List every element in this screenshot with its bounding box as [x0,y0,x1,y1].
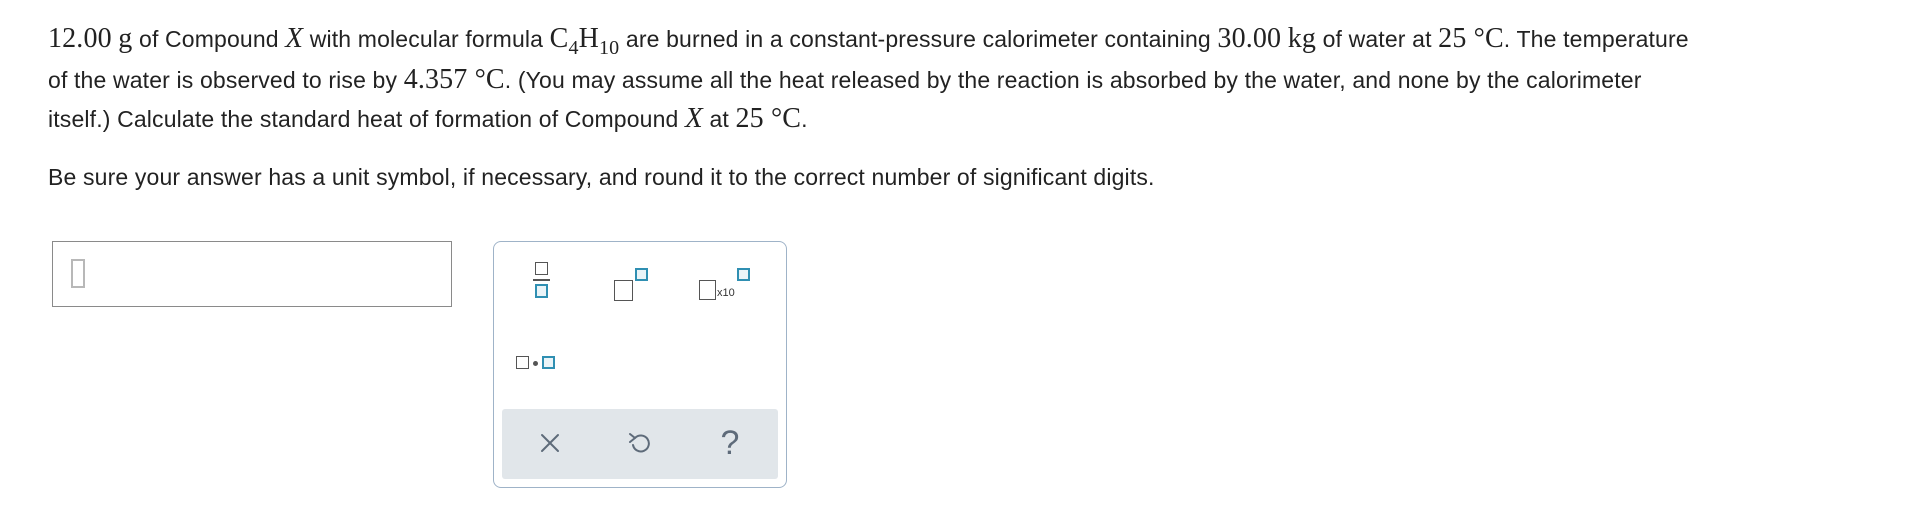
x10-label: x10 [717,287,735,299]
mass-unit: g [118,23,133,54]
input-placeholder-box [71,259,85,288]
question-text-part: at [709,106,729,132]
question-text-part: of the water is observed to rise by [48,67,398,93]
question-text-part: . The temperature [1503,26,1689,52]
question-text-part: of water at [1322,26,1432,52]
undo-button[interactable] [610,417,670,469]
undo-icon [629,433,650,453]
molecular-formula: C4H10 [549,23,620,58]
fraction-button[interactable] [502,256,582,326]
water-mass-unit: kg [1287,23,1317,54]
answer-input[interactable] [52,241,452,307]
scientific-notation-button[interactable]: x10 [699,256,779,326]
help-button[interactable]: ? [700,417,760,469]
formula-carbon-count: 4 [568,37,579,59]
clear-icon [541,434,559,452]
temperature-value: 25 °C [1438,23,1504,54]
question-text-part: itself.) Calculate the standard heat of … [48,106,679,132]
compound-variable: X [685,102,703,134]
question-text-part: with molecular formula [309,26,544,52]
question-text: 12.00 g of Compound X with molecular for… [48,14,1878,138]
math-palette: x10 ? [493,241,787,488]
multiply-dot-button[interactable] [502,342,582,412]
formula-hydrogen: H [578,23,600,54]
superscript-button[interactable] [606,256,686,326]
compound-variable: X [285,22,304,54]
question-text-part: . [801,106,808,132]
temperature-rise-value: 4.357 °C [403,64,505,95]
formula-carbon: C [549,23,569,54]
water-mass-value: 30.00 [1217,23,1282,54]
clear-button[interactable] [520,417,580,469]
palette-footer: ? [502,409,778,479]
help-icon: ? [720,423,740,462]
question-text-part: are burned in a constant-pressure calori… [625,26,1211,52]
mass-value: 12.00 [48,23,112,54]
question-text-part: of Compound [139,26,279,52]
instruction-text: Be sure your answer has a unit symbol, i… [48,164,1155,190]
formula-hydrogen-count: 10 [599,37,620,59]
question-text-part: . (You may assume all the heat released … [504,67,1642,93]
temperature-value: 25 °C [735,103,802,134]
